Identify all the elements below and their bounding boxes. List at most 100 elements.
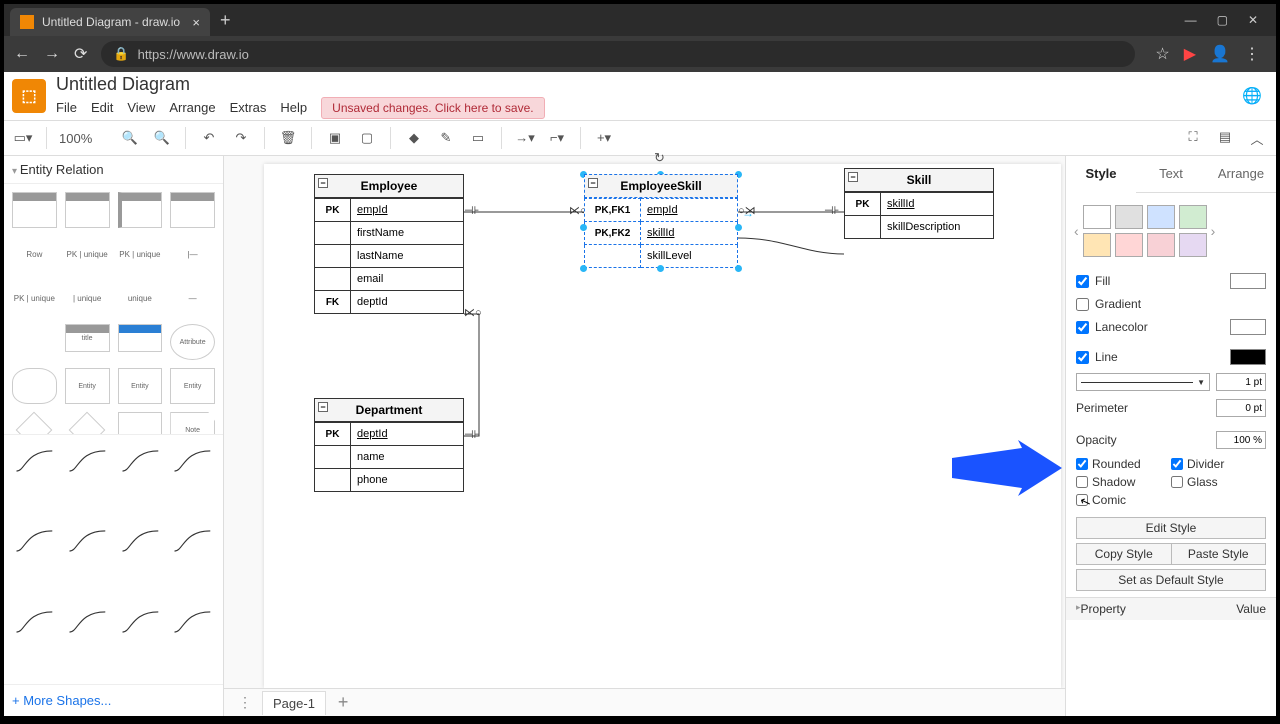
maximize-button[interactable]: ▢: [1217, 13, 1228, 27]
menu-arrange[interactable]: Arrange: [169, 100, 215, 115]
shape-box[interactable]: [118, 412, 163, 434]
shape-connector-4[interactable]: [170, 443, 215, 479]
shape-entity-2[interactable]: Entity: [118, 368, 163, 404]
url-field[interactable]: 🔒 https://www.draw.io: [101, 41, 1135, 67]
swatch-next[interactable]: ›: [1211, 223, 1216, 239]
fill-color-chip[interactable]: [1230, 273, 1266, 289]
shape-table-1[interactable]: [12, 192, 57, 228]
line-width-input[interactable]: [1216, 373, 1266, 391]
menu-help[interactable]: Help: [280, 100, 307, 115]
shadow-checkbox[interactable]: [1076, 476, 1088, 488]
property-header[interactable]: Property Value: [1066, 597, 1276, 620]
unsaved-warning[interactable]: Unsaved changes. Click here to save.: [321, 97, 544, 119]
opacity-input[interactable]: [1216, 431, 1266, 449]
fill-checkbox[interactable]: [1076, 275, 1089, 288]
shape-connector-3[interactable]: [118, 443, 163, 479]
fill-color-button[interactable]: ◆: [403, 130, 425, 146]
canvas[interactable]: ⊣⊦ ⋉○ ○⋊ ⊣⊦ ⋉○ ⊣⊦ −Employee PKempIdfirst…: [224, 156, 1066, 716]
paste-style-button[interactable]: Paste Style: [1171, 543, 1267, 565]
shape-connector-1[interactable]: [12, 443, 57, 479]
line-style-dropdown[interactable]: [1076, 373, 1210, 391]
shape-connector-7[interactable]: [118, 523, 163, 559]
menu-view[interactable]: View: [127, 100, 155, 115]
collapse-toolbar[interactable]: ︿: [1246, 129, 1268, 148]
color-swatch[interactable]: [1115, 205, 1143, 229]
rotate-handle[interactable]: ↻: [654, 150, 665, 166]
shape-diamond-1[interactable]: [16, 412, 53, 434]
profile-avatar[interactable]: 👤: [1210, 44, 1230, 64]
copy-style-button[interactable]: Copy Style: [1076, 543, 1171, 565]
page-menu-icon[interactable]: ⋮: [234, 694, 256, 711]
menu-extras[interactable]: Extras: [230, 100, 267, 115]
line-color-button[interactable]: ✎: [435, 130, 457, 146]
shape-attribute-ellipse[interactable]: Attribute: [170, 324, 215, 360]
shape-connector-6[interactable]: [65, 523, 110, 559]
shadow-button[interactable]: ▭: [467, 130, 489, 146]
shape-diamond-2[interactable]: [69, 412, 106, 434]
collapse-icon[interactable]: −: [848, 172, 858, 182]
lanecolor-chip[interactable]: [1230, 319, 1266, 335]
perimeter-input[interactable]: [1216, 399, 1266, 417]
shape-table-3[interactable]: [118, 192, 163, 228]
shape-connector-10[interactable]: [65, 604, 110, 640]
tab-arrange[interactable]: Arrange: [1206, 156, 1276, 192]
back-button[interactable]: ←: [14, 45, 30, 63]
divider-checkbox[interactable]: [1171, 458, 1183, 470]
shape-connector-9[interactable]: [12, 604, 57, 640]
view-dropdown[interactable]: ▭▾: [12, 130, 34, 146]
shape-entity-1[interactable]: Entity: [65, 368, 110, 404]
collapse-icon[interactable]: −: [318, 178, 328, 188]
waypoint-button[interactable]: ⌐▾: [546, 130, 568, 146]
browser-tab[interactable]: Untitled Diagram - draw.io ×: [10, 8, 210, 36]
edit-style-button[interactable]: Edit Style: [1076, 517, 1266, 539]
extension-icon[interactable]: ▶: [1184, 44, 1196, 64]
glass-checkbox[interactable]: [1171, 476, 1183, 488]
line-checkbox[interactable]: [1076, 351, 1089, 364]
shape-table-4[interactable]: [170, 192, 215, 228]
entity-employee[interactable]: −Employee PKempIdfirstNamelastNameemailF…: [314, 174, 464, 314]
menu-file[interactable]: File: [56, 100, 77, 115]
color-swatch[interactable]: [1083, 205, 1111, 229]
entity-department[interactable]: −Department PKdeptIdnamephone: [314, 398, 464, 492]
tab-style[interactable]: Style: [1066, 156, 1136, 193]
gradient-checkbox[interactable]: [1076, 298, 1089, 311]
close-window-button[interactable]: ✕: [1248, 13, 1258, 27]
fullscreen-button[interactable]: ⛶: [1182, 129, 1204, 148]
add-button[interactable]: +▾: [593, 130, 615, 146]
shape-pk-unique[interactable]: PK | unique: [65, 236, 110, 272]
shape-title-blue[interactable]: [118, 324, 163, 352]
zoom-level[interactable]: 100%: [59, 131, 109, 146]
collapse-icon[interactable]: −: [318, 402, 328, 412]
color-swatch[interactable]: [1147, 233, 1175, 257]
forward-button[interactable]: →: [44, 45, 60, 63]
shape-pk-unique-2[interactable]: PK | unique: [118, 236, 163, 272]
add-page-button[interactable]: +: [338, 692, 349, 713]
color-swatch[interactable]: [1179, 205, 1207, 229]
set-default-style-button[interactable]: Set as Default Style: [1076, 569, 1266, 591]
menu-edit[interactable]: Edit: [91, 100, 113, 115]
new-tab-button[interactable]: +: [220, 10, 231, 31]
collapse-icon[interactable]: −: [588, 178, 598, 188]
shape-entity-3[interactable]: Entity: [170, 368, 215, 404]
shape-connector-12[interactable]: [170, 604, 215, 640]
shape-table-2[interactable]: [65, 192, 110, 228]
shape-connector-8[interactable]: [170, 523, 215, 559]
rounded-checkbox[interactable]: [1076, 458, 1088, 470]
shape-title[interactable]: title: [65, 324, 110, 352]
shape-connector-2[interactable]: [65, 443, 110, 479]
palette-section-title[interactable]: Entity Relation: [4, 156, 223, 183]
entity-employee-skill[interactable]: ↻ → ◆ −EmployeeSkill PK,FK1empIdPK,FK2sk…: [584, 174, 738, 268]
swatch-prev[interactable]: ‹: [1074, 223, 1079, 239]
color-swatch[interactable]: [1179, 233, 1207, 257]
color-swatch[interactable]: [1115, 233, 1143, 257]
zoom-in-icon[interactable]: 🔍: [119, 130, 141, 146]
globe-icon[interactable]: 🌐: [1242, 86, 1262, 106]
connection-button[interactable]: →▾: [514, 130, 536, 146]
shape-line[interactable]: —: [170, 280, 215, 316]
bookmark-star-icon[interactable]: ☆: [1155, 44, 1169, 64]
shape-connector-5[interactable]: [12, 523, 57, 559]
shape-pk-unique-3[interactable]: PK | unique: [12, 280, 57, 316]
to-back-button[interactable]: ▢: [356, 130, 378, 146]
entity-skill[interactable]: −Skill PKskillIdskillDescription: [844, 168, 994, 239]
lanecolor-checkbox[interactable]: [1076, 321, 1089, 334]
